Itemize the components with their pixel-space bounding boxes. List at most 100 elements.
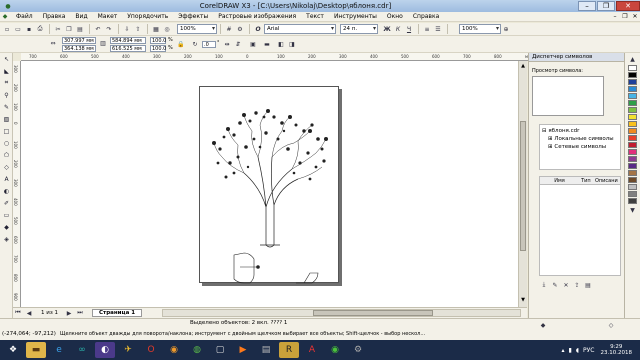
save-icon[interactable]: ▪: [24, 24, 34, 34]
menu-edit[interactable]: Правка: [38, 13, 71, 20]
zoom-level-combo[interactable]: 100%: [459, 24, 501, 34]
arduino-icon[interactable]: ∞: [72, 342, 92, 358]
bold-icon[interactable]: Ж: [382, 24, 392, 34]
scale-x-field[interactable]: 100.0: [150, 37, 166, 44]
menu-layout[interactable]: Макет: [93, 13, 123, 20]
align-icon[interactable]: ≡: [422, 24, 432, 34]
basic-shapes-icon[interactable]: ◇: [1, 162, 12, 172]
italic-icon[interactable]: К: [393, 24, 403, 34]
color-swatch[interactable]: [628, 149, 637, 155]
maximize-button[interactable]: ❐: [597, 1, 615, 11]
scroll-up-icon[interactable]: ▲: [520, 63, 526, 71]
symbol-list[interactable]: Имя Тип Описани: [539, 176, 621, 276]
apple-tree-drawing[interactable]: [200, 87, 340, 284]
close-button[interactable]: ✕: [616, 1, 640, 11]
redo-icon[interactable]: ↷: [104, 24, 114, 34]
font-combo[interactable]: Arial: [264, 24, 336, 34]
height-field[interactable]: 616.525 мм: [110, 45, 146, 52]
color-swatch[interactable]: [628, 114, 637, 120]
eyedropper-icon[interactable]: ✐: [1, 198, 12, 208]
firefox-icon[interactable]: ◉: [164, 342, 184, 358]
ie-icon[interactable]: e: [49, 342, 69, 358]
r-task-icon[interactable]: R: [279, 342, 299, 358]
outline-indicator-icon[interactable]: ◇: [606, 320, 616, 330]
files-task-icon[interactable]: ▤: [256, 342, 276, 358]
rectangle-tool-icon[interactable]: □: [1, 126, 12, 136]
symbol-edit-icon[interactable]: ✎: [550, 280, 560, 290]
col-desc[interactable]: Описани: [593, 178, 620, 184]
drawing-page[interactable]: [199, 86, 340, 284]
settings-task-icon[interactable]: ⚙: [348, 342, 368, 358]
menu-file[interactable]: Файл: [11, 13, 38, 20]
color-swatch[interactable]: [628, 107, 637, 113]
tree-item-network[interactable]: ⊞ Сетевые символы: [542, 143, 618, 151]
scale-y-field[interactable]: 100.0: [150, 45, 166, 52]
doc-close-button[interactable]: ✕: [630, 13, 640, 20]
text-tool-icon[interactable]: A: [1, 174, 12, 184]
first-page-icon[interactable]: ⏮: [13, 308, 23, 318]
symbol-export-icon[interactable]: ⇪: [572, 280, 582, 290]
app-icon[interactable]: ●: [3, 1, 13, 11]
color-swatch[interactable]: [628, 135, 637, 141]
pick-tool-icon[interactable]: ↖: [1, 54, 12, 64]
ellipse-tool-icon[interactable]: ○: [1, 138, 12, 148]
clock[interactable]: 9:29 23.10.2018: [601, 344, 633, 356]
palette-scroll-up-icon[interactable]: ▲: [628, 54, 638, 64]
copy-icon[interactable]: ❐: [64, 24, 74, 34]
color-swatch[interactable]: [628, 79, 637, 85]
undo-icon[interactable]: ↶: [93, 24, 103, 34]
menu-text[interactable]: Текст: [301, 13, 329, 20]
fill-tool-icon[interactable]: ◆: [1, 222, 12, 232]
fill-indicator-icon[interactable]: ◆: [538, 320, 548, 330]
lock-ratio-icon[interactable]: 🔒: [176, 39, 186, 49]
volume-icon[interactable]: ◖: [576, 347, 579, 354]
explorer-icon[interactable]: ▬: [26, 342, 46, 358]
col-type[interactable]: Тип: [579, 178, 593, 184]
menu-help[interactable]: Справка: [408, 13, 444, 20]
tree-item-local[interactable]: ⊞ Локальные символы: [542, 135, 618, 143]
to-front-icon[interactable]: ◧: [276, 39, 286, 49]
color-swatch[interactable]: [628, 65, 637, 71]
color-swatch[interactable]: [628, 177, 637, 183]
symbol-insert-icon[interactable]: ⤓: [539, 280, 549, 290]
zoom-combo[interactable]: 100%: [177, 24, 217, 34]
y-position-field[interactable]: 364.138 мм: [62, 45, 96, 52]
options-icon[interactable]: ⚙: [235, 24, 245, 34]
menu-bitmaps[interactable]: Растровые изображения: [213, 13, 301, 20]
mirror-v-icon[interactable]: ⇵: [233, 39, 243, 49]
ruler-horizontal[interactable]: 700 600 500 400 300 200 100 0 100 200 300 400 500 600…: [21, 53, 552, 61]
menu-tools[interactable]: Инструменты: [329, 13, 382, 20]
language-indicator[interactable]: РУС: [583, 347, 594, 354]
last-page-icon[interactable]: ⏭: [75, 308, 85, 318]
color-swatch[interactable]: [628, 191, 637, 197]
menu-view[interactable]: Вид: [70, 13, 92, 20]
col-name[interactable]: Имя: [540, 178, 579, 184]
symbol-delete-icon[interactable]: ✕: [561, 280, 571, 290]
outline-tool-icon[interactable]: ▭: [1, 210, 12, 220]
ruler-vertical[interactable]: 300 200 100 0 100 200 300 400 500 600 700 800 900: [13, 61, 21, 307]
coreldraw-task-icon[interactable]: ◐: [95, 342, 115, 358]
color-swatch[interactable]: [628, 184, 637, 190]
network-icon[interactable]: ▮: [569, 347, 572, 354]
start-button-icon[interactable]: ❖: [3, 342, 23, 358]
doc-icon[interactable]: ◆: [0, 12, 10, 22]
color-swatch[interactable]: [628, 128, 637, 134]
acrobat-icon[interactable]: A: [302, 342, 322, 358]
tree-item-file[interactable]: ⊟ яблоня.cdr: [542, 127, 618, 135]
freehand-tool-icon[interactable]: ✎: [1, 102, 12, 112]
app-task-icon[interactable]: ▢: [210, 342, 230, 358]
app-launcher-icon[interactable]: ▦: [151, 24, 161, 34]
export-icon[interactable]: ⇧: [133, 24, 143, 34]
crop-tool-icon[interactable]: ⌗: [1, 78, 12, 88]
x-position-field[interactable]: 307.997 мм: [62, 37, 96, 44]
zoom-tool-icon[interactable]: ⚲: [1, 90, 12, 100]
doc-restore-button[interactable]: ❐: [620, 13, 630, 20]
color-swatch[interactable]: [628, 163, 637, 169]
rotation-field[interactable]: .0: [202, 41, 216, 48]
import-icon[interactable]: ⇩: [122, 24, 132, 34]
shape-tool-icon[interactable]: ◣: [1, 66, 12, 76]
horizontal-scrollbar[interactable]: [162, 309, 521, 317]
color-swatch[interactable]: [628, 121, 637, 127]
color-swatch[interactable]: [628, 170, 637, 176]
text-wrap-icon[interactable]: ▣: [248, 39, 258, 49]
